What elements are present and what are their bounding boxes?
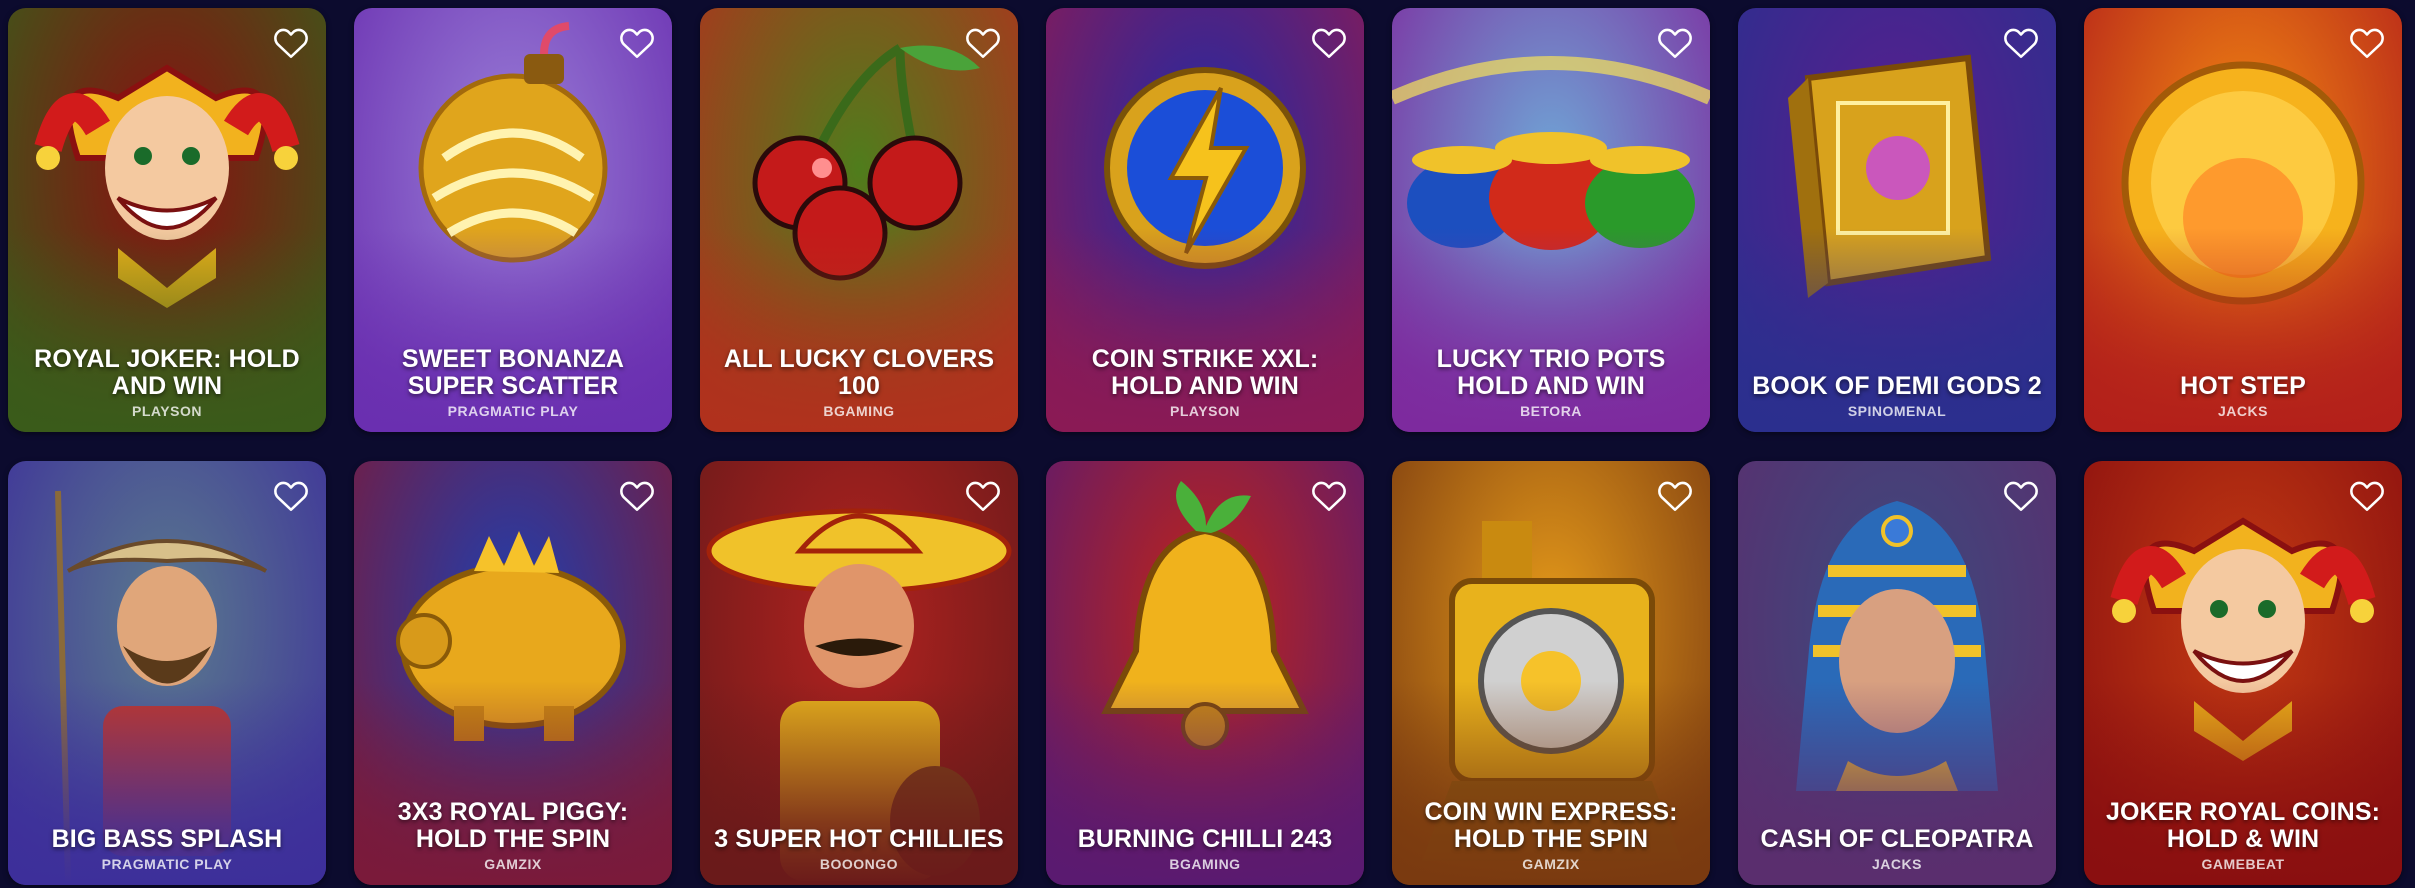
game-provider: PLAYSON [132, 403, 202, 419]
game-meta: ALL LUCKY CLOVERS 100 BGAMING [714, 345, 1004, 420]
game-meta: CASH OF CLEOPATRA JACKS [1752, 825, 2042, 873]
game-meta: SWEET BONANZA SUPER SCATTER PRAGMATIC PL… [368, 345, 658, 420]
favorite-heart-icon[interactable] [2002, 24, 2040, 60]
mariachi-icon [700, 461, 1018, 885]
favorite-heart-icon[interactable] [2348, 477, 2386, 513]
game-card-13[interactable]: CASH OF CLEOPATRA JACKS [1738, 461, 2056, 885]
game-title: JOKER ROYAL COINS: HOLD & WIN [2105, 798, 2381, 853]
game-title: LUCKY TRIO POTS HOLD AND WIN [1436, 345, 1666, 400]
game-meta: 3 SUPER HOT CHILLIES BOOONGO [714, 825, 1004, 873]
game-provider: BOOONGO [819, 856, 899, 872]
game-card-5[interactable]: LUCKY TRIO POTS HOLD AND WIN BETORA [1392, 8, 1710, 432]
game-provider: PRAGMATIC PLAY [101, 856, 233, 872]
game-provider: BGAMING [1169, 856, 1241, 872]
game-meta: JOKER ROYAL COINS: HOLD & WIN GAMEBEAT [2098, 798, 2388, 873]
game-meta: LUCKY TRIO POTS HOLD AND WIN BETORA [1406, 345, 1696, 420]
game-card-10[interactable]: 3 SUPER HOT CHILLIES BOOONGO [700, 461, 1018, 885]
game-card-7[interactable]: HOT STEP JACKS [2084, 8, 2402, 432]
game-title: BURNING CHILLI 243 [1077, 825, 1333, 853]
favorite-heart-icon[interactable] [1656, 477, 1694, 513]
game-title: SWEET BONANZA SUPER SCATTER [401, 345, 625, 400]
game-title: ROYAL JOKER: HOLD AND WIN [34, 345, 300, 400]
game-title: CASH OF CLEOPATRA [1760, 825, 2034, 853]
cleopatra-icon [1738, 461, 2056, 885]
game-meta: BIG BASS SPLASH PRAGMATIC PLAY [22, 825, 312, 873]
game-card-8[interactable]: BIG BASS SPLASH PRAGMATIC PLAY [8, 461, 326, 885]
favorite-heart-icon[interactable] [272, 477, 310, 513]
game-provider: JACKS [2218, 403, 2268, 419]
book-icon [1738, 8, 2056, 432]
favorite-heart-icon[interactable] [964, 477, 1002, 513]
favorite-heart-icon[interactable] [618, 24, 656, 60]
game-card-2[interactable]: SWEET BONANZA SUPER SCATTER PRAGMATIC PL… [354, 8, 672, 432]
game-provider: JACKS [1872, 856, 1922, 872]
game-card-1[interactable]: ROYAL JOKER: HOLD AND WIN PLAYSON [8, 8, 326, 432]
favorite-heart-icon[interactable] [1310, 24, 1348, 60]
game-meta: ROYAL JOKER: HOLD AND WIN PLAYSON [22, 345, 312, 420]
fisherman-icon [8, 461, 326, 885]
favorite-heart-icon[interactable] [272, 24, 310, 60]
game-card-9[interactable]: 3X3 ROYAL PIGGY: HOLD THE SPIN GAMZIX [354, 461, 672, 885]
game-provider: GAMZIX [1522, 856, 1580, 872]
game-card-6[interactable]: BOOK OF DEMI GODS 2 SPINOMENAL [1738, 8, 2056, 432]
game-meta: COIN STRIKE XXL: HOLD AND WIN PLAYSON [1060, 345, 1350, 420]
game-meta: BOOK OF DEMI GODS 2 SPINOMENAL [1752, 372, 2042, 420]
game-provider: GAMZIX [484, 856, 542, 872]
favorite-heart-icon[interactable] [618, 477, 656, 513]
game-title: BIG BASS SPLASH [51, 825, 283, 853]
game-title: ALL LUCKY CLOVERS 100 [723, 345, 995, 400]
game-title: 3X3 ROYAL PIGGY: HOLD THE SPIN [397, 798, 629, 853]
game-card-12[interactable]: COIN WIN EXPRESS: HOLD THE SPIN GAMZIX [1392, 461, 1710, 885]
game-provider: GAMEBEAT [2201, 856, 2285, 872]
favorite-heart-icon[interactable] [2348, 24, 2386, 60]
game-provider: PRAGMATIC PLAY [447, 403, 579, 419]
game-meta: COIN WIN EXPRESS: HOLD THE SPIN GAMZIX [1406, 798, 1696, 873]
game-provider: PLAYSON [1170, 403, 1240, 419]
game-card-11[interactable]: BURNING CHILLI 243 BGAMING [1046, 461, 1364, 885]
game-title: COIN STRIKE XXL: HOLD AND WIN [1091, 345, 1319, 400]
game-title: BOOK OF DEMI GODS 2 [1752, 372, 2042, 400]
favorite-heart-icon[interactable] [964, 24, 1002, 60]
game-title: 3 SUPER HOT CHILLIES [714, 825, 1004, 853]
game-card-4[interactable]: COIN STRIKE XXL: HOLD AND WIN PLAYSON [1046, 8, 1364, 432]
game-title: COIN WIN EXPRESS: HOLD THE SPIN [1424, 798, 1678, 853]
favorite-heart-icon[interactable] [1656, 24, 1694, 60]
game-grid: ROYAL JOKER: HOLD AND WIN PLAYSON SWEET … [8, 8, 2402, 885]
game-provider: SPINOMENAL [1847, 403, 1947, 419]
game-card-14[interactable]: JOKER ROYAL COINS: HOLD & WIN GAMEBEAT [2084, 461, 2402, 885]
game-meta: 3X3 ROYAL PIGGY: HOLD THE SPIN GAMZIX [368, 798, 658, 873]
bell-icon [1046, 461, 1364, 885]
game-meta: HOT STEP JACKS [2098, 372, 2388, 420]
game-meta: BURNING CHILLI 243 BGAMING [1060, 825, 1350, 873]
game-title: HOT STEP [2180, 372, 2306, 400]
game-card-3[interactable]: ALL LUCKY CLOVERS 100 BGAMING [700, 8, 1018, 432]
game-provider: BETORA [1520, 403, 1582, 419]
sun-coin-icon [2084, 8, 2402, 432]
favorite-heart-icon[interactable] [2002, 477, 2040, 513]
favorite-heart-icon[interactable] [1310, 477, 1348, 513]
game-provider: BGAMING [823, 403, 895, 419]
